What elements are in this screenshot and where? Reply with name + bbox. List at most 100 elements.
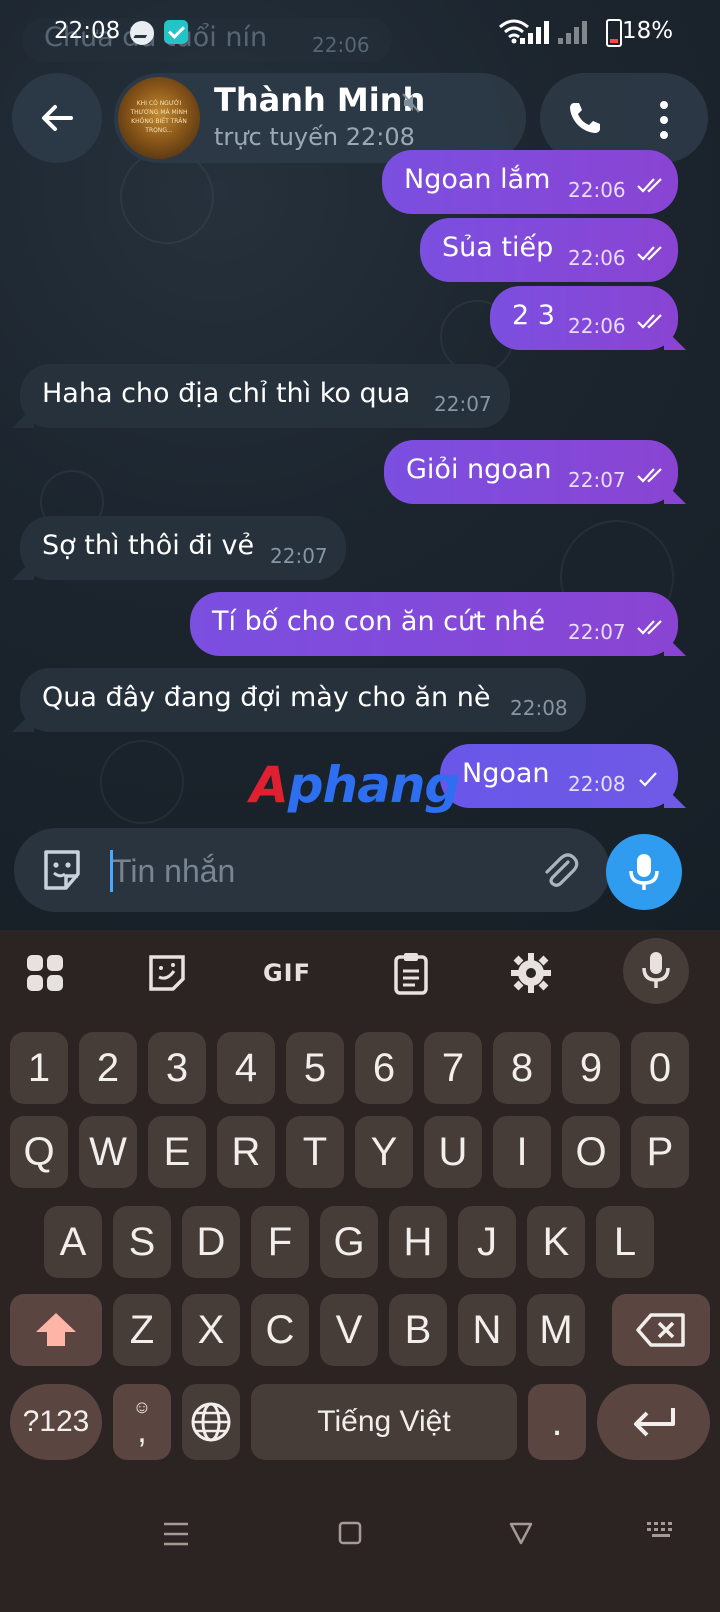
key-a[interactable]: A	[44, 1206, 102, 1278]
space-bar[interactable]: Tiếng Việt	[251, 1384, 517, 1460]
clipboard-icon[interactable]	[386, 948, 436, 998]
key-g[interactable]: G	[320, 1206, 378, 1278]
globe-icon	[191, 1402, 231, 1442]
message-bubble-incoming[interactable]: Qua đây đang đợi mày cho ăn nè 22:08	[12, 668, 586, 732]
message-time: 22:07	[270, 544, 328, 568]
sticker-icon[interactable]	[142, 948, 192, 998]
key-d[interactable]: D	[182, 1206, 240, 1278]
key-0[interactable]: 0	[631, 1032, 689, 1104]
key-w[interactable]: W	[79, 1116, 137, 1188]
key-x[interactable]: X	[182, 1294, 240, 1366]
message-text: Ngoan lắm	[404, 164, 551, 195]
message-bubble-outgoing[interactable]: Ngoan lắm 22:06	[382, 150, 678, 214]
enter-key[interactable]	[597, 1384, 710, 1460]
double-check-icon	[637, 246, 662, 261]
message-text: Ngoan	[462, 758, 550, 789]
key-1[interactable]: 1	[10, 1032, 68, 1104]
message-text: Qua đây đang đợi mày cho ăn nè	[42, 682, 491, 713]
voice-typing-button[interactable]	[623, 938, 689, 1004]
message-bubble-outgoing[interactable]: Sủa tiếp 22:06	[420, 218, 678, 282]
avatar-caption: KHI CÓ NGƯỜI THƯƠNG MÀ MÌNH KHÔNG BIẾT T…	[130, 100, 188, 134]
voice-record-button[interactable]	[606, 834, 682, 910]
apps-grid-icon[interactable]	[20, 948, 70, 998]
gif-button[interactable]: GIF	[262, 948, 312, 998]
avatar[interactable]: KHI CÓ NGƯỜI THƯƠNG MÀ MÌNH KHÔNG BIẾT T…	[118, 77, 200, 159]
backspace-key[interactable]	[612, 1294, 710, 1366]
key-3[interactable]: 3	[148, 1032, 206, 1104]
home-icon[interactable]	[338, 1520, 362, 1546]
sticker-icon[interactable]	[38, 846, 86, 894]
message-bubble-incoming[interactable]: Sợ thì thôi đi vẻ 22:07	[12, 516, 346, 580]
message-time: 22:06	[568, 246, 626, 270]
double-check-icon	[637, 468, 662, 483]
key-y[interactable]: Y	[355, 1116, 413, 1188]
watermark-part-a: A	[250, 756, 289, 814]
keyboard-toolbar: GIF	[0, 930, 720, 1016]
more-options-button[interactable]	[634, 83, 694, 153]
key-6[interactable]: 6	[355, 1032, 413, 1104]
message-bubble-incoming[interactable]: Haha cho địa chỉ thì ko qua 22:07	[12, 364, 510, 428]
microphone-icon	[642, 952, 670, 988]
status-bar: 22:08 18%	[0, 0, 720, 64]
key-n[interactable]: N	[458, 1294, 516, 1366]
key-z[interactable]: Z	[113, 1294, 171, 1366]
single-check-icon	[639, 772, 657, 787]
key-e[interactable]: E	[148, 1116, 206, 1188]
key-4[interactable]: 4	[217, 1032, 275, 1104]
message-bubble-outgoing[interactable]: Tí bố cho con ăn cứt nhé 22:07	[190, 592, 686, 656]
message-bubble-outgoing[interactable]: 2 3 22:06	[490, 286, 686, 350]
recent-apps-icon[interactable]	[162, 1520, 190, 1548]
key-l[interactable]: L	[596, 1206, 654, 1278]
key-k[interactable]: K	[527, 1206, 585, 1278]
message-bubble-outgoing[interactable]: Ngoan 22:08	[440, 744, 686, 808]
key-v[interactable]: V	[320, 1294, 378, 1366]
shift-arrow-icon	[36, 1313, 76, 1346]
system-navigation-bar	[0, 1482, 720, 1612]
key-r[interactable]: R	[217, 1116, 275, 1188]
key-u[interactable]: U	[424, 1116, 482, 1188]
message-text: Sợ thì thôi đi vẻ	[42, 530, 255, 561]
paperclip-icon[interactable]	[538, 848, 582, 892]
back-triangle-icon[interactable]	[508, 1520, 534, 1546]
comma-label: ,	[137, 1412, 147, 1450]
period-key[interactable]: .	[528, 1384, 586, 1460]
arrow-left-icon	[42, 105, 73, 131]
key-b[interactable]: B	[389, 1294, 447, 1366]
message-bubble-outgoing[interactable]: Giỏi ngoan 22:07	[384, 440, 686, 504]
call-button[interactable]	[550, 83, 620, 153]
key-5[interactable]: 5	[286, 1032, 344, 1104]
text-cursor	[110, 850, 113, 892]
symbols-key[interactable]: ?123	[10, 1384, 102, 1460]
key-q[interactable]: Q	[10, 1116, 68, 1188]
key-7[interactable]: 7	[424, 1032, 482, 1104]
key-m[interactable]: M	[527, 1294, 585, 1366]
key-i[interactable]: I	[493, 1116, 551, 1188]
key-f[interactable]: F	[251, 1206, 309, 1278]
double-check-icon	[637, 178, 662, 193]
key-9[interactable]: 9	[562, 1032, 620, 1104]
shift-key[interactable]	[10, 1294, 102, 1366]
keyboard-switch-icon[interactable]	[646, 1520, 678, 1544]
key-h[interactable]: H	[389, 1206, 447, 1278]
emoji-comma-key[interactable]: ☺ ,	[113, 1384, 171, 1460]
key-c[interactable]: C	[251, 1294, 309, 1366]
key-s[interactable]: S	[113, 1206, 171, 1278]
gif-label: GIF	[262, 959, 312, 987]
message-text: Tí bố cho con ăn cứt nhé	[212, 606, 546, 637]
status-time: 22:08	[54, 18, 121, 44]
globe-key[interactable]	[182, 1384, 240, 1460]
key-p[interactable]: P	[631, 1116, 689, 1188]
key-2[interactable]: 2	[79, 1032, 137, 1104]
key-j[interactable]: J	[458, 1206, 516, 1278]
message-text: 2 3	[512, 300, 555, 331]
message-time: 22:06	[568, 178, 626, 202]
battery-icon	[606, 19, 622, 47]
back-button[interactable]	[12, 73, 102, 163]
settings-gear-icon[interactable]	[506, 948, 556, 998]
key-o[interactable]: O	[562, 1116, 620, 1188]
phone-icon	[570, 103, 600, 133]
key-t[interactable]: T	[286, 1116, 344, 1188]
more-vertical-icon	[660, 101, 668, 146]
key-8[interactable]: 8	[493, 1032, 551, 1104]
message-input[interactable]	[110, 844, 534, 898]
